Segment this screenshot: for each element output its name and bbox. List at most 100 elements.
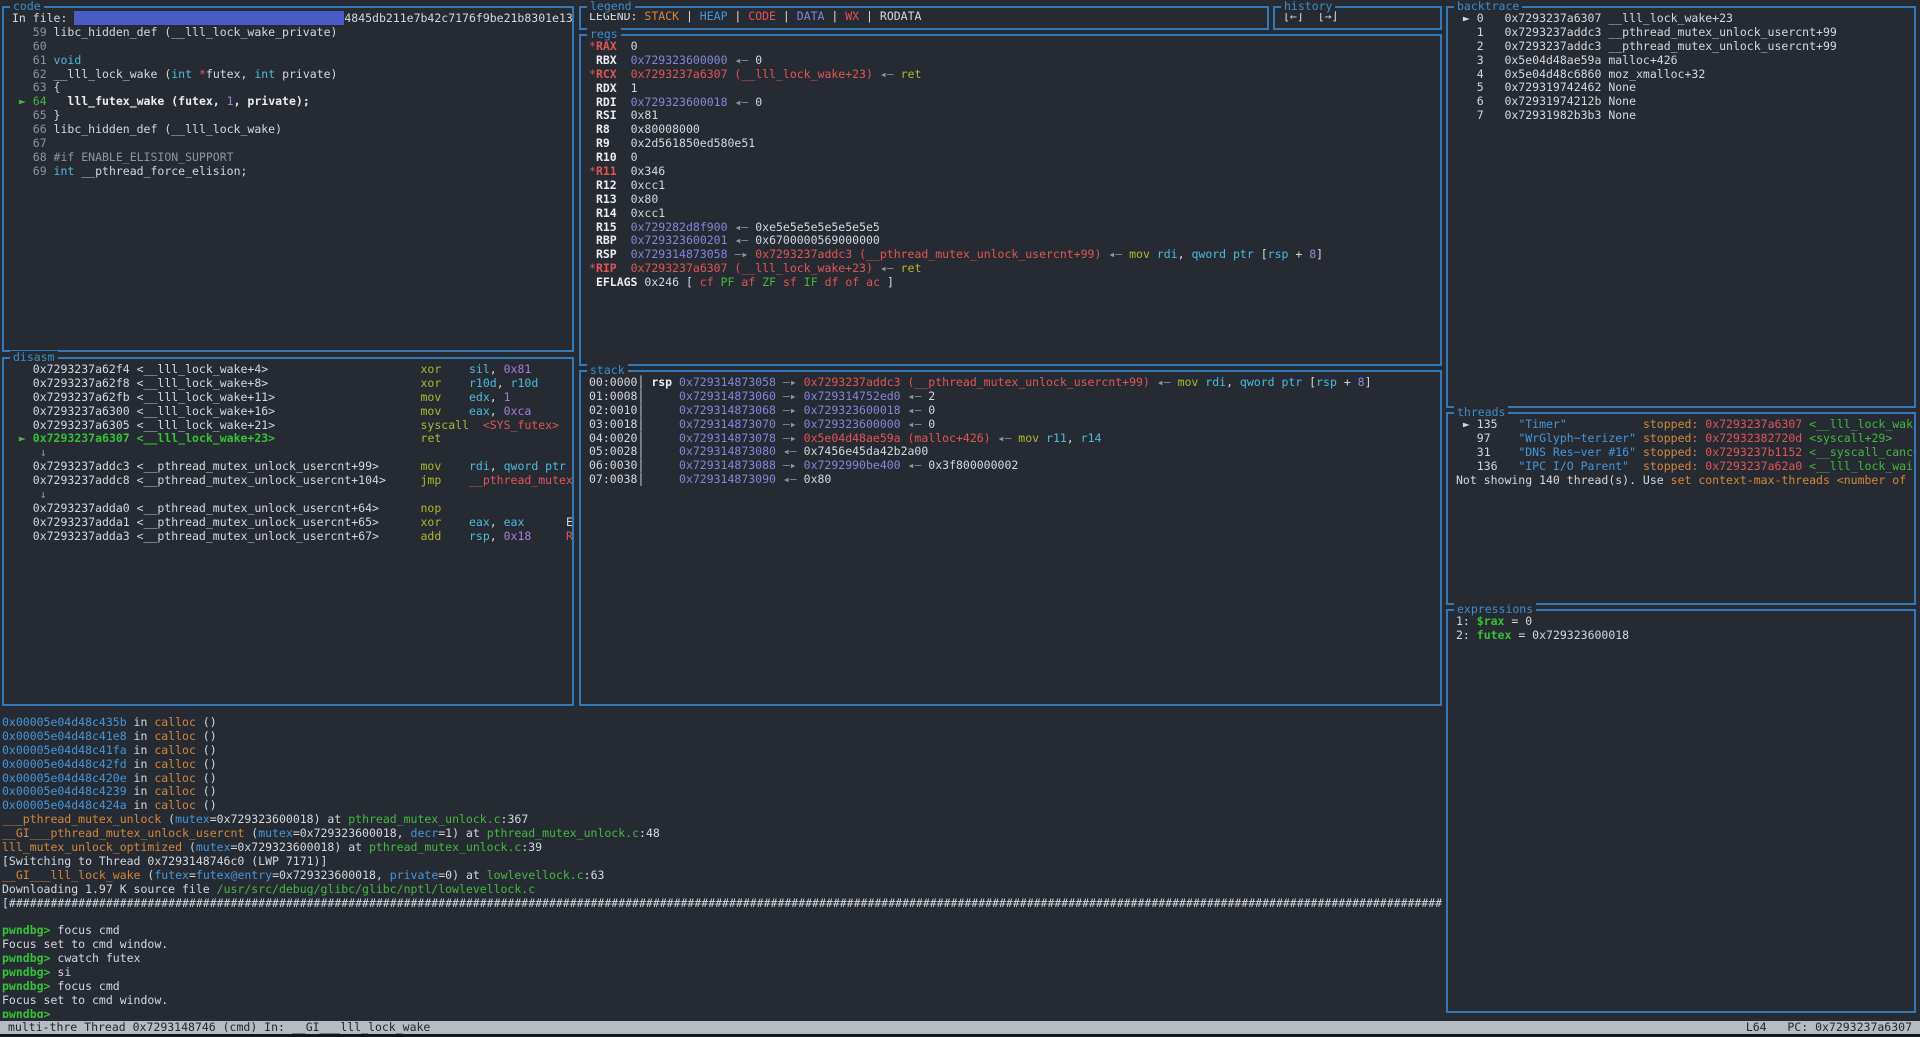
terminal-line: 07:0038│ 0x729314873090 ◂— 0x80 bbox=[589, 473, 1432, 487]
text-segment: 1 bbox=[227, 94, 234, 108]
text-segment: 0x7293237addc3 (__pthread_mutex_unlock_u… bbox=[755, 247, 1101, 261]
text-segment: 0x729314873058 bbox=[631, 247, 728, 261]
text-segment: stopped: bbox=[1643, 431, 1698, 445]
terminal-line: [#######################################… bbox=[2, 897, 1442, 911]
terminal-line: lll_mutex_unlock_optimized (mutex=0x7293… bbox=[2, 841, 1442, 855]
text-segment bbox=[441, 529, 469, 543]
text-segment: 7 0x72931982b3b3 None bbox=[1456, 108, 1636, 122]
terminal-line: 05:0028│ 0x729314873080 ◂— 0x7456e45da42… bbox=[589, 445, 1432, 459]
terminal-line: 59 libc_hidden_def (__lll_lock_wake_priv… bbox=[12, 26, 564, 40]
text-segment: pthread_mutex_unlock.c bbox=[348, 812, 500, 826]
terminal-line: 0x7293237adda3 <__pthread_mutex_unlock_u… bbox=[12, 530, 564, 544]
panel-disassembly-title: disasm bbox=[10, 351, 58, 364]
text-segment bbox=[589, 247, 596, 261]
text-segment: ( bbox=[182, 840, 196, 854]
panel-stack-content: 00:0000│ rsp 0x729314873058 —▸ 0x7293237… bbox=[581, 372, 1440, 704]
terminal-line: ► 0 0x7293237a6307 __lll_lock_wake+23 bbox=[1456, 12, 1906, 26]
text-segment: WX bbox=[845, 9, 859, 23]
text-segment: IF bbox=[804, 275, 818, 289]
text-segment: () bbox=[196, 757, 217, 771]
terminal-line: ► 135 "Timer" stopped: 0x7293237a6307 <_… bbox=[1456, 418, 1906, 432]
text-segment: 0x729323600201 bbox=[631, 233, 728, 247]
text-segment: 2: bbox=[1456, 628, 1477, 642]
text-segment: xor bbox=[421, 376, 442, 390]
text-segment: , bbox=[490, 529, 504, 543]
text-segment: 60 bbox=[12, 39, 47, 53]
text-segment: :367 bbox=[501, 812, 529, 826]
terminal-line: 0x00005e04d48c41fa in calloc () bbox=[2, 744, 1442, 758]
text-segment: 0x729323600018 bbox=[631, 95, 728, 109]
text-segment: stopped: bbox=[1643, 417, 1698, 431]
text-segment: in bbox=[127, 743, 155, 757]
text-segment: eax bbox=[469, 515, 490, 529]
text-segment: :63 bbox=[584, 868, 605, 882]
text-segment: 0x729323600018 bbox=[804, 403, 901, 417]
text-segment: RSI bbox=[596, 108, 617, 122]
text-segment bbox=[1150, 247, 1157, 261]
text-segment: 63 bbox=[12, 80, 54, 94]
text-segment: =0x729323600018) at bbox=[210, 812, 348, 826]
text-segment: 0x2d561850ed580e51 bbox=[610, 136, 755, 150]
text-segment: HEAP bbox=[700, 9, 728, 23]
text-segment: focus cmd bbox=[57, 979, 119, 993]
terminal-line: R8 0x80008000 bbox=[589, 123, 1432, 137]
text-segment bbox=[818, 275, 825, 289]
text-segment: =0x729323600018) at bbox=[231, 840, 369, 854]
text-segment: * bbox=[589, 39, 596, 53]
text-segment: 0x7293237addc8 <__pthread_mutex_unlock_u… bbox=[12, 473, 421, 487]
text-segment: __GI___pthread_mutex_unlock_usercnt bbox=[2, 826, 244, 840]
text-segment: } bbox=[54, 108, 61, 122]
text-segment: 97 bbox=[1456, 431, 1518, 445]
text-segment: sil bbox=[469, 362, 490, 376]
terminal-line: 0x00005e04d48c424a in calloc () bbox=[2, 799, 1442, 813]
terminal-line: RSI 0x81 bbox=[589, 109, 1432, 123]
text-segment: "DNS Res~ver #16" bbox=[1518, 445, 1636, 459]
text-segment bbox=[617, 95, 631, 109]
text-segment: PF bbox=[721, 275, 735, 289]
text-segment: 0x729314873078 bbox=[679, 431, 776, 445]
text-segment: R bbox=[566, 529, 572, 543]
text-segment: , bbox=[1067, 431, 1081, 445]
text-segment: 07:0038│ bbox=[589, 472, 679, 486]
text-segment: syscall bbox=[421, 418, 469, 432]
status-bar-left: multi-thre Thread 0x7293148746 (cmd) In:… bbox=[8, 1021, 430, 1034]
text-segment: private bbox=[390, 868, 438, 882]
text-segment: 0x729323600000 bbox=[804, 417, 901, 431]
text-segment: rsp bbox=[469, 529, 490, 543]
text-segment: qword ptr bbox=[1191, 247, 1260, 261]
text-segment: Not showing 140 thread(s). Use bbox=[1456, 473, 1671, 487]
text-segment: RIP bbox=[596, 261, 617, 275]
text-segment: "IPC I/O Parent" bbox=[1518, 459, 1629, 473]
text-segment bbox=[589, 178, 596, 192]
text-segment: futex, bbox=[206, 67, 254, 81]
text-segment: futex bbox=[1477, 628, 1512, 642]
terminal-line: 0x00005e04d48c41e8 in calloc () bbox=[2, 730, 1442, 744]
text-segment: libc_hidden_def (__lll_lock_wake_private… bbox=[54, 25, 338, 39]
terminal-line bbox=[2, 910, 1442, 924]
terminal-line: ► 64 lll_futex_wake (futex, 1, private); bbox=[12, 95, 564, 109]
text-segment: lll_futex_wake (futex, bbox=[54, 94, 227, 108]
panel-stack-title: stack bbox=[587, 364, 628, 377]
text-segment: ◂— bbox=[991, 431, 1019, 445]
terminal-line: *R11 0x346 bbox=[589, 165, 1432, 179]
text-segment bbox=[589, 53, 596, 67]
text-segment: R15 bbox=[596, 220, 617, 234]
text-segment: 8 bbox=[1358, 375, 1365, 389]
text-segment: 0xcc1 bbox=[617, 178, 665, 192]
text-segment: in bbox=[127, 784, 155, 798]
text-segment: int bbox=[54, 164, 75, 178]
command-output-area[interactable]: 0x00005e04d48c435b in calloc ()0x00005e0… bbox=[2, 712, 1442, 1018]
text-segment: stopped: bbox=[1643, 459, 1698, 473]
text-segment: /usr/src/debug/glibc/glibc/nptl/lowlevel… bbox=[217, 882, 536, 896]
text-segment bbox=[589, 206, 596, 220]
terminal-line: *RIP 0x7293237a6307 (__lll_lock_wake+23)… bbox=[589, 262, 1432, 276]
text-segment: 0 bbox=[617, 39, 638, 53]
panel-history-title: history bbox=[1281, 0, 1335, 13]
text-segment: ( bbox=[244, 826, 258, 840]
text-segment: —▸ bbox=[776, 458, 804, 472]
text-segment: jmp bbox=[421, 473, 442, 487]
text-segment: 0x729314752ed0 bbox=[804, 389, 901, 403]
text-segment: 62 bbox=[12, 67, 54, 81]
text-segment bbox=[441, 473, 469, 487]
text-segment bbox=[589, 81, 596, 95]
